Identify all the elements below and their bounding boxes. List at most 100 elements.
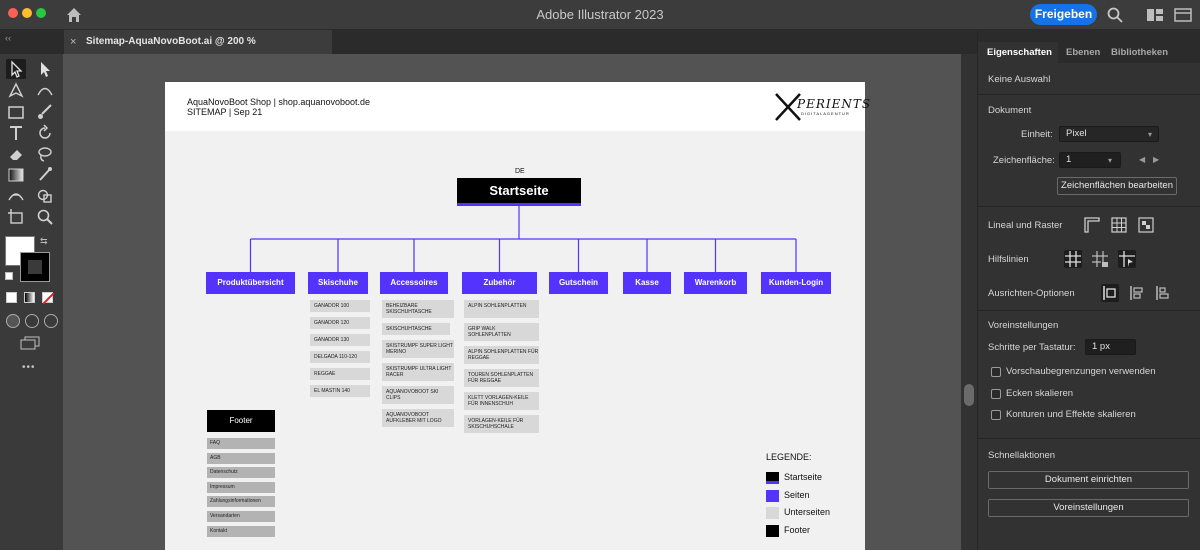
pen-tool-icon[interactable] [6, 80, 26, 100]
page-node: Skischuhe [308, 272, 368, 294]
minimize-window-button[interactable] [22, 8, 32, 18]
footer-item: AGB [207, 452, 275, 464]
eraser-tool-icon[interactable] [6, 144, 26, 164]
subpage-node: SKISCHUHTASCHE [382, 323, 450, 335]
page-node: Accessoires [380, 272, 448, 294]
illustrator-window: Adobe Illustrator 2023 Freigeben ‹‹ × Si… [0, 0, 1200, 550]
subpage-node: AQUANOVOBOOT AUFKLEBER MIT LOGO [382, 409, 454, 427]
checkbox-scale-corners[interactable] [991, 389, 1001, 399]
shape-builder-tool-icon[interactable] [35, 186, 55, 206]
search-icon[interactable] [1106, 6, 1124, 24]
rotate-tool-icon[interactable] [35, 123, 55, 143]
align-to-artboard-icon[interactable] [1154, 284, 1172, 302]
footer-item: Versandarten [207, 511, 275, 522]
panel-top-strip [978, 30, 1200, 42]
footer-item: Datenschutz [207, 467, 275, 479]
page-node: Produktübersicht [206, 272, 295, 294]
align-to-selection-icon[interactable] [1101, 284, 1119, 302]
chevron-down-icon: ▾ [1148, 130, 1153, 139]
page-node: Kunden-Login [761, 272, 831, 294]
vertical-scrollbar[interactable] [964, 384, 974, 406]
checkbox-preview-bounds-label: Vorschaubegrenzungen verwenden [1006, 366, 1156, 377]
legend-swatch [766, 524, 779, 537]
align-to-key-object-icon[interactable] [1128, 284, 1146, 302]
checkbox-preview-bounds[interactable] [991, 367, 1001, 377]
zoom-tool-icon[interactable] [35, 207, 55, 227]
show-guides-icon[interactable] [1064, 250, 1082, 268]
divider [978, 206, 1200, 207]
type-tool-icon[interactable] [6, 123, 26, 143]
lock-guides-icon[interactable] [1091, 250, 1109, 268]
workspace-icon[interactable] [1146, 6, 1164, 24]
properties-panel: Eigenschaften Ebenen Bibliotheken Keine … [977, 30, 1200, 550]
direct-selection-tool-icon[interactable] [35, 59, 55, 79]
panel-tabs: Eigenschaften Ebenen Bibliotheken [978, 42, 1200, 63]
rulers-grid-label: Lineal und Raster [988, 220, 1063, 231]
paintbrush-tool-icon[interactable] [35, 102, 55, 122]
next-artboard-icon[interactable]: ▶ [1153, 155, 1159, 164]
arrange-documents-icon[interactable] [1174, 6, 1192, 24]
app-title: Adobe Illustrator 2023 [536, 7, 664, 22]
gradient-mode-icon[interactable] [24, 292, 35, 303]
transparency-grid-icon[interactable] [1137, 216, 1155, 234]
more-tools-icon[interactable]: ••• [22, 362, 36, 373]
page-node: Warenkorb [684, 272, 747, 294]
selection-tool-icon[interactable] [6, 59, 26, 79]
subpage-node: EL MASTIN 140 [310, 385, 370, 397]
checkbox-scale-strokes[interactable] [991, 410, 1001, 420]
subpage-node: GANADOR 130 [310, 334, 370, 346]
legend-label: Startseite [784, 472, 823, 482]
edit-artboards-button[interactable]: Zeichenflächen bearbeiten [1057, 177, 1177, 195]
legend-swatch [766, 507, 779, 519]
smart-guides-icon[interactable] [1118, 250, 1136, 268]
color-mode-icon[interactable] [6, 292, 17, 303]
artboard-label: Zeichenfläche: [993, 155, 1055, 166]
collapse-toolbar-icon[interactable]: ‹‹ [5, 33, 11, 43]
tab-ebenen[interactable]: Ebenen [1066, 42, 1111, 63]
footer-node: Footer [207, 410, 275, 432]
close-tab-icon[interactable]: × [70, 30, 76, 54]
close-window-button[interactable] [8, 8, 18, 18]
subpage-node: SKISTRUMPF SUPER LIGHT MERINO [382, 340, 454, 358]
legend-title: LEGENDE: [766, 452, 812, 462]
subpage-node: ALPIN SOHLENPLATTEN FÜR REGGAE [464, 346, 539, 364]
zoom-window-button[interactable] [36, 8, 46, 18]
draw-behind-icon[interactable] [25, 314, 39, 328]
artboard[interactable]: AquaNovoBoot Shop | shop.aquanovoboot.de… [165, 82, 870, 550]
default-fill-stroke-icon[interactable] [5, 272, 13, 280]
none-mode-icon[interactable] [42, 292, 54, 304]
previous-artboard-icon[interactable]: ◀ [1139, 155, 1145, 164]
share-button[interactable]: Freigeben [1030, 4, 1097, 25]
rectangle-tool-icon[interactable] [6, 102, 26, 122]
grid-icon[interactable] [1110, 216, 1128, 234]
title-bar: Adobe Illustrator 2023 Freigeben [0, 0, 1200, 30]
legend-label: Footer [784, 524, 811, 535]
lasso-tool-icon[interactable] [35, 144, 55, 164]
tab-eigenschaften[interactable]: Eigenschaften [978, 42, 1058, 63]
artboard-tool-icon[interactable] [6, 207, 26, 227]
document-setup-button[interactable]: Dokument einrichten [988, 471, 1189, 489]
keyboard-increment-input[interactable]: 1 px [1085, 339, 1136, 355]
home-icon[interactable] [64, 5, 84, 25]
artboard-select[interactable]: 1 ▾ [1059, 152, 1121, 168]
curvature-tool-icon[interactable] [35, 80, 55, 100]
legend-swatch [766, 489, 779, 502]
checkbox-scale-strokes-label: Konturen und Effekte skalieren [1006, 409, 1136, 420]
gradient-tool-icon[interactable] [6, 165, 26, 185]
page-node: Kasse [623, 272, 671, 294]
preferences-button[interactable]: Voreinstellungen [988, 499, 1189, 517]
draw-inside-icon[interactable] [44, 314, 58, 328]
eyedropper-tool-icon[interactable] [35, 165, 55, 185]
document-tab[interactable]: × Sitemap-AquaNovoBoot.ai @ 200 % (RGB/V… [64, 30, 332, 71]
swap-fill-stroke-icon[interactable]: ⇆ [40, 236, 48, 247]
unit-select[interactable]: Pixel ▾ [1059, 126, 1159, 142]
canvas-area[interactable]: AquaNovoBoot Shop | shop.aquanovoboot.de… [63, 54, 961, 550]
draw-normal-icon[interactable] [6, 314, 20, 328]
stroke-color-swatch[interactable] [20, 252, 50, 282]
tab-bibliotheken[interactable]: Bibliotheken [1111, 42, 1191, 63]
width-tool-icon[interactable] [6, 186, 26, 206]
footer-item: FAQ [207, 438, 275, 449]
unit-label: Einheit: [1021, 129, 1053, 140]
screen-mode-icon[interactable] [20, 336, 40, 350]
ruler-icon[interactable] [1083, 216, 1101, 234]
